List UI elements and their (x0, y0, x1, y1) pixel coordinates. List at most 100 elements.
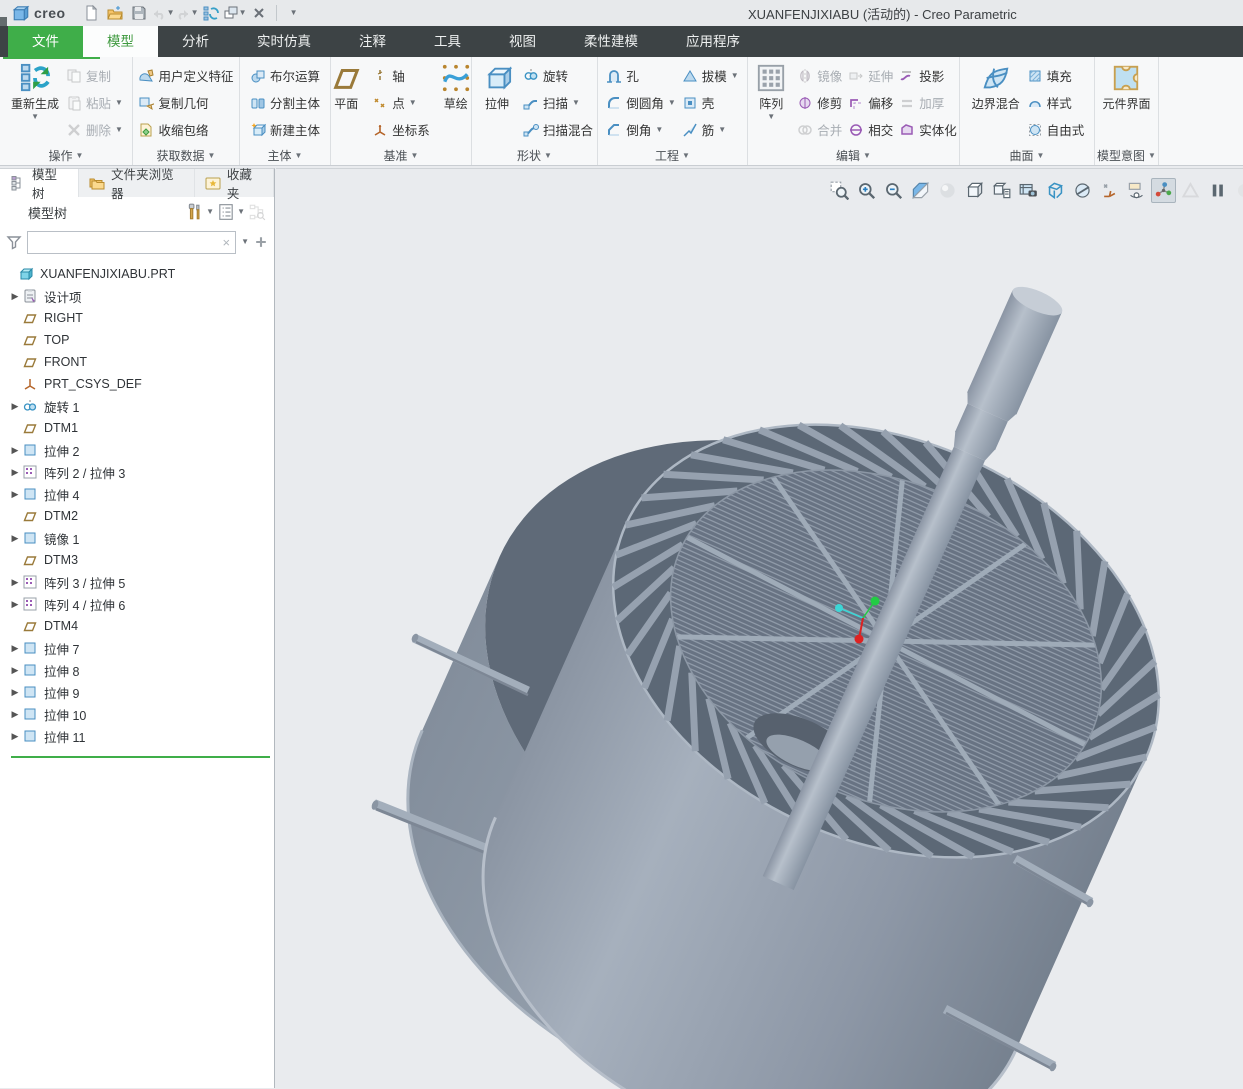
ribbon-button-delete[interactable]: 删除 ▼ (64, 116, 125, 143)
tab-menu-1[interactable]: 模型 (83, 26, 158, 57)
3d-model-canvas[interactable] (276, 169, 1243, 1089)
tree-item[interactable]: ▶ 拉伸 7 (0, 637, 274, 659)
ribbon-group-label[interactable]: 编辑 ▼ (748, 146, 959, 165)
graphics-viewport[interactable] (276, 168, 1243, 1089)
zoom-in-button[interactable] (854, 178, 879, 203)
tree-item[interactable]: TOP (0, 329, 274, 351)
expand-arrow-icon[interactable]: ▶ (8, 687, 22, 698)
ribbon-group-label[interactable]: 工程 ▼ (598, 146, 747, 165)
ribbon-button-draft[interactable]: 拔模 ▼ (680, 62, 741, 89)
clear-search-icon[interactable]: × (217, 235, 235, 250)
ribbon-button-solidify[interactable]: 实体化 (897, 116, 959, 143)
datum-display-button[interactable] (1097, 178, 1122, 203)
ribbon-button-udf[interactable]: 用户定义特征 (136, 62, 235, 89)
repaint-button[interactable] (908, 178, 933, 203)
spin-center-button[interactable] (1151, 178, 1176, 203)
model-player-button[interactable] (201, 3, 221, 23)
tree-item[interactable]: ▶ 拉伸 8 (0, 659, 274, 681)
add-filter-icon[interactable] (254, 235, 268, 249)
ribbon-group-label[interactable]: 操作 ▼ (0, 146, 132, 165)
ribbon-button-mirror[interactable]: 镜像 (795, 62, 844, 89)
tree-item[interactable]: ▶ 拉伸 2 (0, 439, 274, 461)
ribbon-button-rib[interactable]: 筋 ▼ (680, 116, 741, 143)
ribbon-button-boolean[interactable]: 布尔运算 (248, 62, 322, 89)
ribbon-group-label[interactable]: 曲面 ▼ (960, 146, 1094, 165)
tree-search-input[interactable] (28, 231, 218, 253)
window-switch-button[interactable]: ▼ (224, 3, 247, 23)
navigator-tab-0[interactable]: 模型树 (0, 168, 80, 201)
ribbon-button-component-interface[interactable]: 元件界面 (1098, 60, 1154, 112)
ribbon-button-offset[interactable]: 偏移 (846, 89, 895, 116)
tab-menu-7[interactable]: 柔性建模 (560, 26, 662, 57)
ribbon-button-extend[interactable]: 延伸 (846, 62, 895, 89)
tree-tools-button[interactable]: ▼ (186, 203, 214, 221)
ribbon-button-axis[interactable]: 轴 (370, 62, 432, 89)
zoom-out-button[interactable] (881, 178, 906, 203)
tree-item[interactable]: FRONT (0, 351, 274, 373)
ribbon-button-split-body[interactable]: 分割主体 (248, 89, 322, 116)
tree-item[interactable]: DTM3 (0, 549, 274, 571)
ribbon-button-copy[interactable]: 复制 (64, 62, 125, 89)
navigator-tab-1[interactable]: 文件夹浏览器 (79, 168, 195, 201)
ribbon-button-swept-blend[interactable]: 扫描混合 (521, 116, 595, 143)
ribbon-button-round[interactable]: 倒圆角 ▼ (604, 89, 677, 116)
ribbon-button-fill[interactable]: 填充 (1025, 62, 1087, 89)
ribbon-group-label[interactable]: 主体 ▼ (240, 146, 330, 165)
tab-menu-6[interactable]: 视图 (485, 26, 560, 57)
expand-arrow-icon[interactable]: ▶ (8, 467, 22, 478)
ribbon-button-regenerate[interactable]: 重新生成 ▼ (7, 60, 63, 121)
tree-item[interactable]: ▶ 拉伸 4 (0, 483, 274, 505)
ribbon-button-point[interactable]: 点 ▼ (370, 89, 432, 116)
tree-root-item[interactable]: XUANFENJIXIABU.PRT (0, 263, 274, 285)
new-file-button[interactable] (81, 3, 101, 23)
ribbon-button-plane[interactable]: 平面 (331, 60, 369, 112)
geometry-check-button[interactable] (1178, 178, 1203, 203)
ribbon-button-sketch[interactable]: 草绘 (433, 60, 471, 112)
tab-menu-4[interactable]: 注释 (335, 26, 410, 57)
ribbon-button-new-body[interactable]: 新建主体 (248, 116, 322, 143)
shading-style-button[interactable] (935, 178, 960, 203)
ribbon-button-trim[interactable]: 修剪 (795, 89, 844, 116)
ribbon-button-shrinkwrap[interactable]: 收缩包络 (136, 116, 235, 143)
ribbon-button-shell[interactable]: 壳 (680, 89, 741, 116)
ribbon-button-project[interactable]: 投影 (897, 62, 959, 89)
tree-item[interactable]: PRT_CSYS_DEF (0, 373, 274, 395)
undo-button[interactable]: ▼ (153, 3, 175, 23)
ribbon-button-freestyle[interactable]: 自由式 (1025, 116, 1087, 143)
tab-menu-8[interactable]: 应用程序 (662, 26, 764, 57)
tree-item[interactable]: ▶ 阵列 3 / 拉伸 5 (0, 571, 274, 593)
open-folder-button[interactable] (105, 3, 125, 23)
ribbon-button-hole[interactable]: 孔 (604, 62, 677, 89)
close-window-button[interactable] (249, 3, 269, 23)
ribbon-button-merge[interactable]: 合并 (795, 116, 844, 143)
ribbon-group-label[interactable]: 形状 ▼ (472, 146, 597, 165)
ribbon-button-pattern[interactable]: 阵列 ▼ (748, 60, 794, 121)
perspective-button[interactable] (1043, 178, 1068, 203)
expand-arrow-icon[interactable]: ▶ (8, 731, 22, 742)
navigator-tab-2[interactable]: 收藏夹 (195, 168, 274, 201)
pause-button[interactable] (1205, 178, 1230, 203)
tree-item[interactable]: ▶ 设计项 (0, 285, 274, 307)
ribbon-button-intersect[interactable]: 相交 (846, 116, 895, 143)
tree-item[interactable]: ▶ 旋转 1 (0, 395, 274, 417)
tree-item[interactable]: RIGHT (0, 307, 274, 329)
tree-item[interactable]: DTM2 (0, 505, 274, 527)
ribbon-button-boundary-blend[interactable]: 边界混合 (968, 60, 1024, 112)
search-highlight-button[interactable] (248, 203, 266, 221)
ribbon-button-revolve[interactable]: 旋转 (521, 62, 595, 89)
display-style-button[interactable] (962, 178, 987, 203)
ribbon-button-style[interactable]: 样式 (1025, 89, 1087, 116)
tree-item[interactable]: ▶ 阵列 4 / 拉伸 6 (0, 593, 274, 615)
redo-button[interactable]: ▼ (177, 3, 199, 23)
ribbon-button-paste[interactable]: 粘贴 ▼ (64, 89, 125, 116)
tab-menu-5[interactable]: 工具 (410, 26, 485, 57)
ribbon-button-extrude[interactable]: 拉伸 (474, 60, 520, 112)
expand-arrow-icon[interactable]: ▶ (8, 665, 22, 676)
expand-arrow-icon[interactable]: ▶ (8, 489, 22, 500)
tree-settings-button[interactable]: ▼ (217, 203, 245, 221)
filter-funnel-icon[interactable] (6, 234, 22, 250)
expand-arrow-icon[interactable]: ▶ (8, 291, 22, 302)
sections-button[interactable] (1070, 178, 1095, 203)
refit-button[interactable] (827, 178, 852, 203)
expand-arrow-icon[interactable]: ▶ (8, 533, 22, 544)
